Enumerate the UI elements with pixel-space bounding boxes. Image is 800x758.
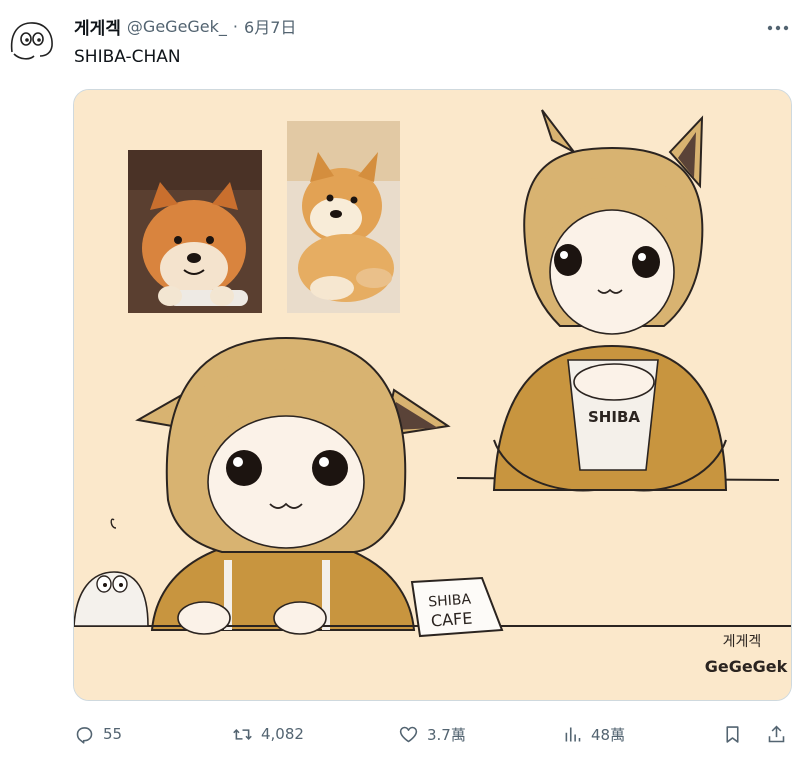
retweet-button[interactable]: 4,082: [232, 717, 304, 751]
name-card-line-2: CAFE: [430, 609, 473, 631]
reply-icon: [76, 726, 93, 744]
name-card-line-1: SHIBA: [428, 592, 472, 611]
illustration-artwork: SHIBA SHIBA CAFE 게게겍 GeGeGek: [74, 90, 791, 700]
views-button[interactable]: 48萬: [562, 717, 625, 751]
heart-icon: [399, 726, 418, 742]
share-icon: [768, 725, 785, 742]
view-count: 48萬: [591, 725, 626, 744]
doodle-creature-avatar-icon: [10, 22, 53, 60]
reply-count: 55: [103, 725, 123, 743]
ellipsis-icon: [767, 25, 789, 31]
shiba-photo-1: [128, 150, 262, 313]
signature-line-1: 게게겍: [723, 634, 762, 650]
reply-button[interactable]: 55: [74, 717, 122, 751]
bar-chart-icon: [565, 727, 581, 741]
tweet-media-image[interactable]: SHIBA SHIBA CAFE 게게겍 GeGeGek: [73, 89, 792, 701]
share-button[interactable]: [766, 717, 787, 751]
author-handle[interactable]: @GeGeGek_: [127, 17, 227, 36]
tweet-timestamp[interactable]: 6月7日: [244, 14, 296, 38]
like-button[interactable]: 3.7萬: [398, 717, 466, 751]
author-display-name[interactable]: 게게겍: [74, 14, 121, 39]
bookmark-icon: [726, 725, 739, 743]
tweet-actions-bar: 55 4,082 3.7萬 48萬: [72, 717, 792, 751]
tweet-header: 게게겍 @GeGeGek_ · 6月7日: [74, 12, 296, 40]
like-count: 3.7萬: [427, 725, 466, 744]
signature-line-2: GeGeGek: [705, 657, 788, 676]
avatar[interactable]: [6, 12, 58, 64]
retweet-count: 4,082: [261, 725, 304, 743]
more-options-button[interactable]: [764, 16, 792, 40]
bookmark-button[interactable]: [722, 717, 743, 751]
tweet-text: SHIBA-CHAN: [74, 47, 181, 67]
retweet-icon: [233, 728, 252, 740]
shirt-text: SHIBA: [588, 408, 640, 426]
separator-dot: ·: [232, 16, 239, 36]
shiba-photo-2: [287, 121, 400, 313]
